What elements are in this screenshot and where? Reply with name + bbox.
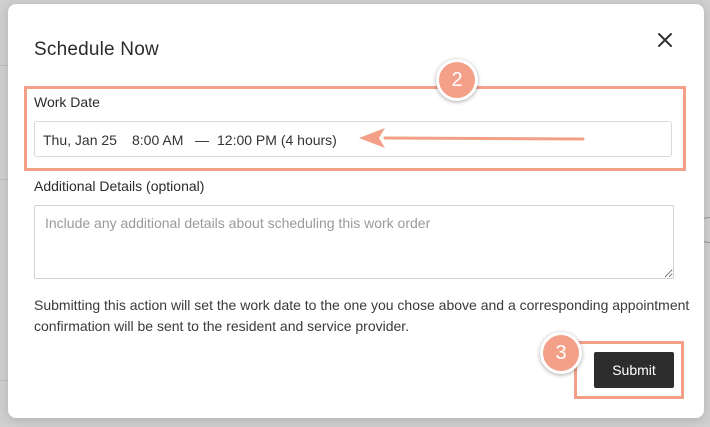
schedule-dialog: Schedule Now Work Date Thu, Jan 25 8:00 …: [8, 4, 704, 418]
close-button[interactable]: [653, 28, 677, 52]
step-badge-2: 2: [436, 59, 478, 101]
end-time-value: 12:00 PM (4 hours): [217, 132, 337, 148]
time-separator: —: [195, 132, 209, 148]
close-icon: [658, 33, 672, 47]
work-date-label: Work Date: [34, 94, 100, 110]
arrow-icon: [359, 128, 585, 148]
step-badge-3: 3: [540, 332, 582, 374]
submit-button[interactable]: Submit: [594, 352, 674, 388]
submission-info-text: Submitting this action will set the work…: [34, 297, 690, 334]
additional-details-input[interactable]: [34, 205, 674, 279]
work-date-value: Thu, Jan 25: [43, 132, 117, 148]
start-time-value: 8:00 AM: [132, 132, 184, 148]
dialog-title: Schedule Now: [34, 39, 159, 60]
additional-details-label: Additional Details (optional): [34, 178, 205, 194]
